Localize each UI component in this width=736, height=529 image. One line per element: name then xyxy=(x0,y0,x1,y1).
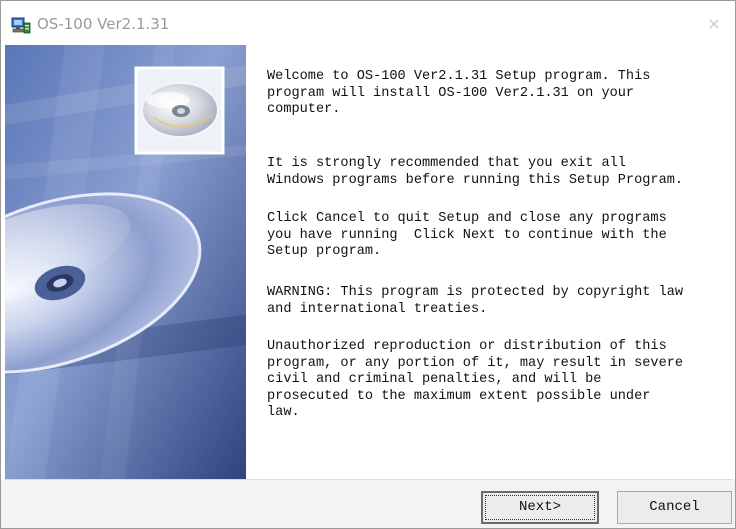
cancel-button[interactable]: Cancel xyxy=(617,491,732,524)
window-title: OS-100 Ver2.1.31 xyxy=(37,15,170,33)
setup-window: OS-100 Ver2.1.31 × Welcome to OS-100 Ver… xyxy=(0,0,736,529)
close-button[interactable]: × xyxy=(697,9,731,39)
instructions-paragraph: Click Cancel to quit Setup and close any… xyxy=(267,211,667,259)
welcome-paragraph: Welcome to OS-100 Ver2.1.31 Setup progra… xyxy=(267,69,651,117)
warning-paragraph: WARNING: This program is protected by co… xyxy=(267,285,684,317)
setup-computer-icon xyxy=(11,17,31,34)
next-button[interactable]: Next> xyxy=(481,491,599,524)
title-bar: OS-100 Ver2.1.31 × xyxy=(1,1,735,45)
cd-disc-banner xyxy=(5,45,246,479)
legal-paragraph: Unauthorized reproduction or distributio… xyxy=(267,339,684,420)
close-icon: × xyxy=(707,14,721,33)
exit-programs-paragraph: It is strongly recommended that you exit… xyxy=(267,156,684,188)
